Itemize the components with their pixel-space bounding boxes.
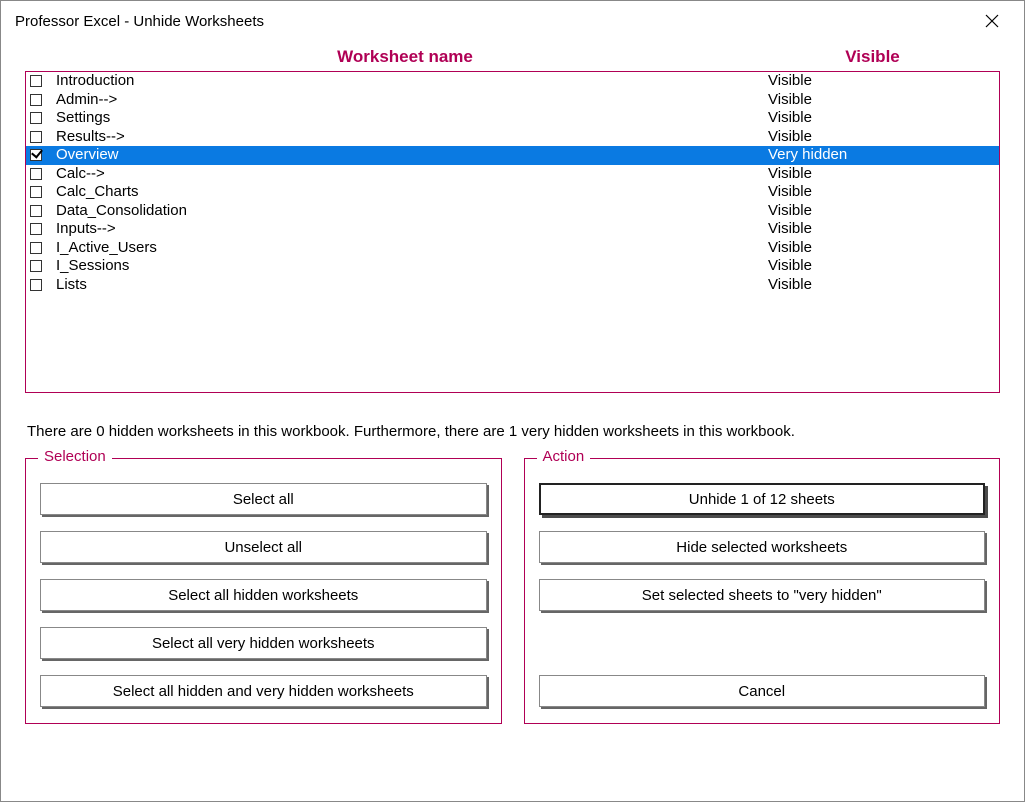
worksheet-row[interactable]: Inputs-->Visible	[26, 220, 999, 239]
titlebar: Professor Excel - Unhide Worksheets	[1, 1, 1024, 41]
row-name: Data_Consolidation	[50, 202, 768, 221]
close-button[interactable]	[970, 2, 1014, 40]
window-title: Professor Excel - Unhide Worksheets	[15, 13, 970, 30]
row-visibility: Very hidden	[768, 146, 993, 165]
row-name: Calc_Charts	[50, 183, 768, 202]
worksheet-row[interactable]: I_Active_UsersVisible	[26, 239, 999, 258]
row-name: Settings	[50, 109, 768, 128]
row-checkbox[interactable]	[30, 75, 42, 87]
close-icon	[985, 14, 999, 28]
dialog-content: Worksheet name Visible IntroductionVisib…	[1, 41, 1024, 740]
row-visibility: Visible	[768, 239, 993, 258]
select-hidden-and-very-hidden-button[interactable]: Select all hidden and very hidden worksh…	[40, 675, 487, 707]
select-hidden-button[interactable]: Select all hidden worksheets	[40, 579, 487, 611]
header-visible: Visible	[745, 47, 1000, 67]
row-visibility: Visible	[768, 183, 993, 202]
row-checkbox[interactable]	[30, 279, 42, 291]
row-name: Overview	[50, 146, 768, 165]
row-name: I_Active_Users	[50, 239, 768, 258]
row-name: Introduction	[50, 72, 768, 91]
row-checkbox[interactable]	[30, 149, 42, 161]
set-very-hidden-button[interactable]: Set selected sheets to "very hidden"	[539, 579, 986, 611]
row-checkbox[interactable]	[30, 242, 42, 254]
row-checkbox[interactable]	[30, 131, 42, 143]
row-visibility: Visible	[768, 202, 993, 221]
worksheet-row[interactable]: ListsVisible	[26, 276, 999, 295]
row-visibility: Visible	[768, 109, 993, 128]
row-visibility: Visible	[768, 128, 993, 147]
action-group-label: Action	[537, 448, 591, 465]
status-text: There are 0 hidden worksheets in this wo…	[27, 423, 998, 440]
row-name: Calc-->	[50, 165, 768, 184]
list-headers: Worksheet name Visible	[25, 45, 1000, 71]
cancel-button[interactable]: Cancel	[539, 675, 986, 707]
row-checkbox[interactable]	[30, 112, 42, 124]
row-checkbox[interactable]	[30, 168, 42, 180]
worksheet-row[interactable]: I_SessionsVisible	[26, 257, 999, 276]
select-all-button[interactable]: Select all	[40, 483, 487, 515]
row-checkbox[interactable]	[30, 205, 42, 217]
select-very-hidden-button[interactable]: Select all very hidden worksheets	[40, 627, 487, 659]
row-visibility: Visible	[768, 257, 993, 276]
worksheet-row[interactable]: Results-->Visible	[26, 128, 999, 147]
row-visibility: Visible	[768, 220, 993, 239]
row-checkbox[interactable]	[30, 186, 42, 198]
row-visibility: Visible	[768, 276, 993, 295]
worksheet-row[interactable]: SettingsVisible	[26, 109, 999, 128]
worksheet-row[interactable]: Calc-->Visible	[26, 165, 999, 184]
worksheet-row[interactable]: IntroductionVisible	[26, 72, 999, 91]
row-visibility: Visible	[768, 165, 993, 184]
row-name: Lists	[50, 276, 768, 295]
selection-group: Selection Select all Unselect all Select…	[25, 458, 502, 724]
worksheet-list[interactable]: IntroductionVisibleAdmin-->VisibleSettin…	[25, 71, 1000, 393]
row-checkbox[interactable]	[30, 223, 42, 235]
worksheet-row[interactable]: Calc_ChartsVisible	[26, 183, 999, 202]
hide-selected-button[interactable]: Hide selected worksheets	[539, 531, 986, 563]
row-visibility: Visible	[768, 72, 993, 91]
row-name: Results-->	[50, 128, 768, 147]
row-visibility: Visible	[768, 91, 993, 110]
row-checkbox[interactable]	[30, 94, 42, 106]
unselect-all-button[interactable]: Unselect all	[40, 531, 487, 563]
header-worksheet-name: Worksheet name	[25, 47, 745, 67]
row-name: Admin-->	[50, 91, 768, 110]
action-group: Action Unhide 1 of 12 sheets Hide select…	[524, 458, 1001, 724]
row-checkbox[interactable]	[30, 260, 42, 272]
row-name: I_Sessions	[50, 257, 768, 276]
row-name: Inputs-->	[50, 220, 768, 239]
unhide-button[interactable]: Unhide 1 of 12 sheets	[539, 483, 986, 515]
worksheet-row[interactable]: OverviewVery hidden	[26, 146, 999, 165]
groups: Selection Select all Unselect all Select…	[25, 458, 1000, 724]
dialog-window: Professor Excel - Unhide Worksheets Work…	[0, 0, 1025, 802]
worksheet-row[interactable]: Data_ConsolidationVisible	[26, 202, 999, 221]
worksheet-row[interactable]: Admin-->Visible	[26, 91, 999, 110]
selection-group-label: Selection	[38, 448, 112, 465]
